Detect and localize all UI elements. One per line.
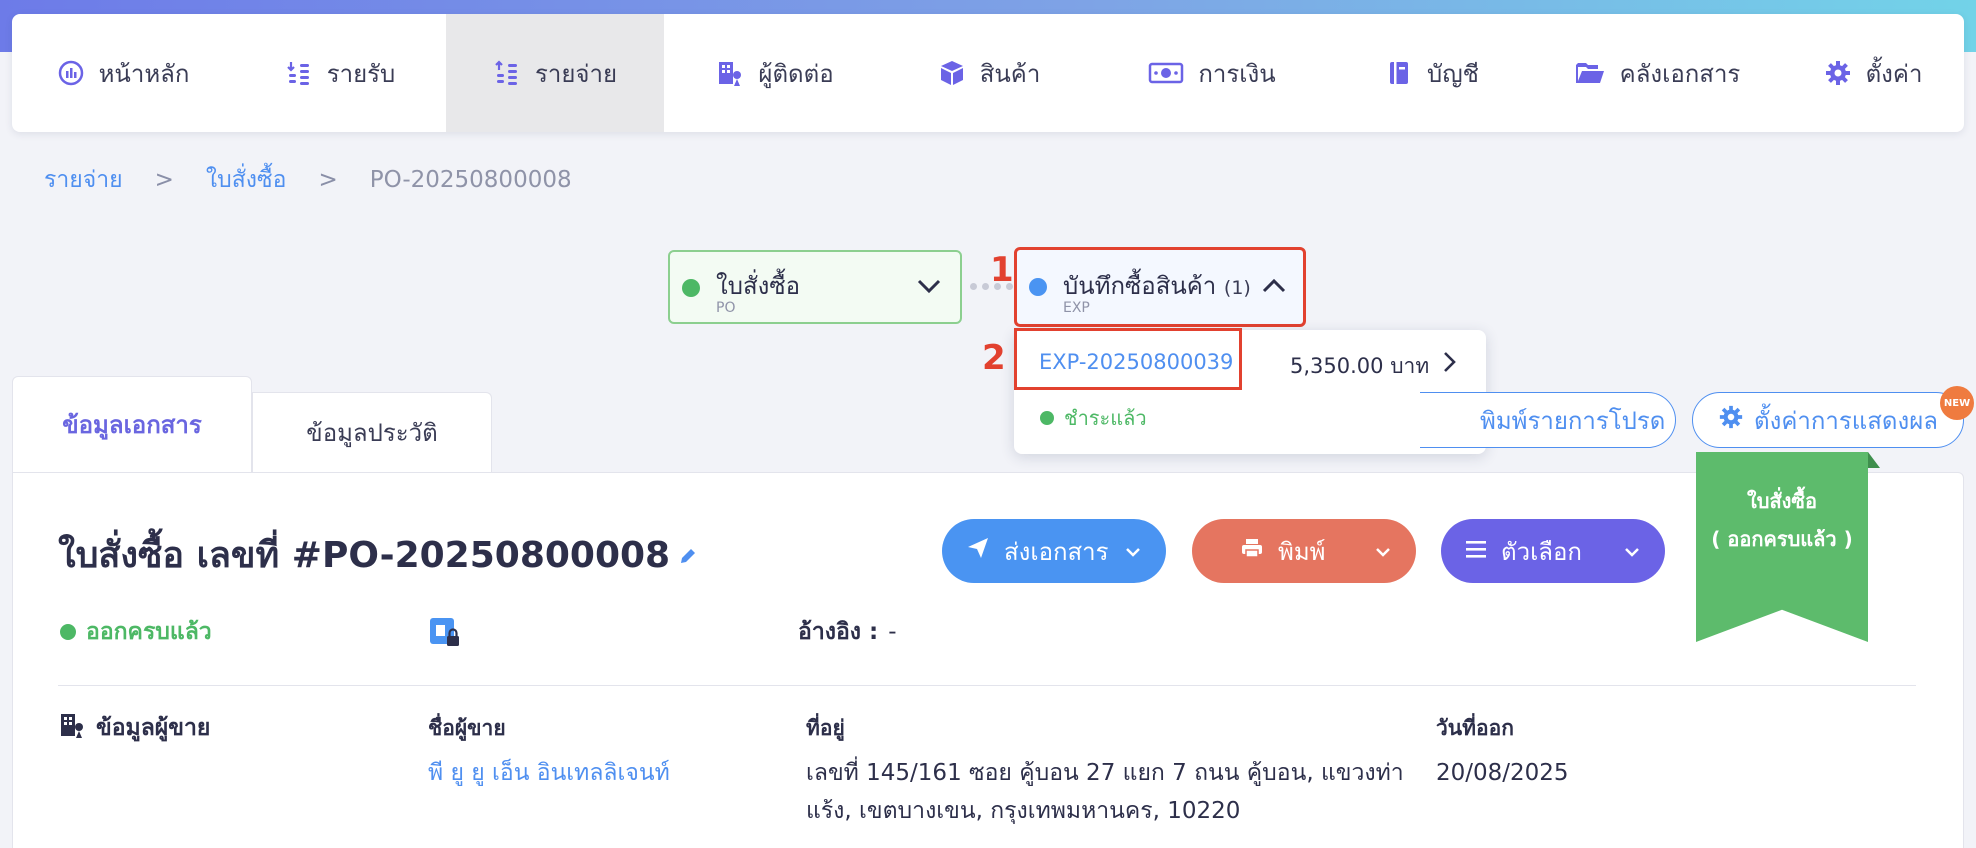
income-icon bbox=[285, 59, 313, 87]
dashboard-icon bbox=[57, 59, 85, 87]
chevron-down-icon bbox=[1124, 537, 1142, 565]
nav-item-products[interactable]: สินค้า bbox=[886, 14, 1092, 132]
vendor-name-link[interactable]: พี ยู ยู เอ็น อินเทลลิเจนท์ bbox=[428, 754, 670, 792]
linked-document-amount: 5,350.00 บาท bbox=[1290, 354, 1430, 378]
menu-icon bbox=[1465, 537, 1487, 565]
document-status-label: ออกครบแล้ว bbox=[86, 619, 212, 645]
nav-item-label: คลังเอกสาร bbox=[1619, 59, 1741, 88]
display-settings-label: ตั้งค่าการแสดงผล bbox=[1754, 406, 1938, 435]
nav-item-label: ผู้ติดต่อ bbox=[758, 59, 834, 88]
annotation-number-2: 2 bbox=[982, 338, 1006, 378]
nav-item-label: ตั้งค่า bbox=[1865, 59, 1923, 88]
print-button[interactable]: พิมพ์ bbox=[1192, 519, 1416, 583]
flow-po-dropdown[interactable]: ใบสั่งซื้อ PO bbox=[668, 250, 962, 324]
building-icon bbox=[58, 711, 86, 745]
document-status: ออกครบแล้ว bbox=[60, 614, 212, 650]
send-document-label: ส่งเอกสาร bbox=[1004, 537, 1109, 566]
issue-date-label: วันที่ออก bbox=[1436, 716, 1514, 740]
breadcrumb-current: PO-20250800008 bbox=[369, 167, 572, 193]
flow-exp-sub: EXP bbox=[1063, 300, 1090, 316]
vendor-section-title: ข้อมูลผู้ขาย bbox=[58, 710, 210, 746]
page-title-text: ใบสั่งซื้อ เลขที่ #PO-20250800008 bbox=[58, 535, 671, 576]
tab-document-info[interactable]: ข้อมูลเอกสาร bbox=[12, 376, 252, 472]
vendor-name-label: ชื่อผู้ขาย bbox=[428, 716, 506, 740]
print-label: พิมพ์ bbox=[1278, 537, 1326, 566]
nav-item-dashboard[interactable]: หน้าหลัก bbox=[12, 14, 234, 132]
ribbon-line-1: ใบสั่งซื้อ bbox=[1746, 489, 1818, 513]
nav-item-label: หน้าหลัก bbox=[98, 59, 190, 88]
box-icon bbox=[938, 59, 966, 87]
chevron-down-icon bbox=[1623, 537, 1641, 565]
breadcrumb: รายจ่าย > ใบสั่งซื้อ > PO-20250800008 bbox=[44, 162, 572, 198]
main-nav: หน้าหลัก รายรับ รายจ่าย ผู้ติดต่อ สินค้า… bbox=[12, 14, 1964, 132]
issue-date-value: 20/08/2025 bbox=[1436, 760, 1569, 786]
gear-icon bbox=[1824, 59, 1852, 87]
folder-icon bbox=[1574, 59, 1606, 87]
nav-item-settings[interactable]: ตั้งค่า bbox=[1782, 14, 1964, 132]
nav-item-label: การเงิน bbox=[1198, 59, 1276, 88]
chevron-down-icon bbox=[1374, 537, 1392, 565]
display-settings-button[interactable]: ตั้งค่าการแสดงผล bbox=[1692, 392, 1964, 448]
contacts-icon bbox=[716, 59, 744, 87]
nav-item-income[interactable]: รายรับ bbox=[234, 14, 446, 132]
annotation-number-1: 1 bbox=[990, 250, 1014, 290]
status-dot bbox=[682, 279, 700, 297]
section-divider bbox=[58, 685, 1916, 686]
locked-document-icon[interactable] bbox=[428, 616, 462, 654]
chevron-right-icon[interactable] bbox=[1440, 350, 1458, 378]
linked-document-link[interactable]: EXP-20250800039 bbox=[1039, 350, 1233, 374]
nav-item-finance[interactable]: การเงิน bbox=[1092, 14, 1332, 132]
breadcrumb-link-purchase-order[interactable]: ใบสั่งซื้อ bbox=[206, 162, 287, 198]
linked-document-status-label: ชำระแล้ว bbox=[1064, 406, 1147, 430]
printer-icon bbox=[1240, 536, 1264, 566]
nav-item-accounting[interactable]: บัญชี bbox=[1332, 14, 1532, 132]
page-title: ใบสั่งซื้อ เลขที่ #PO-20250800008 bbox=[58, 526, 698, 583]
chevron-down-icon bbox=[916, 276, 942, 300]
tab-history[interactable]: ข้อมูลประวัติ bbox=[252, 392, 492, 472]
reference-field: อ้างอิง : - bbox=[798, 614, 897, 650]
gear-icon bbox=[1718, 404, 1744, 436]
status-dot bbox=[1040, 411, 1054, 425]
reference-value: - bbox=[888, 619, 897, 645]
breadcrumb-link-expense[interactable]: รายจ่าย bbox=[44, 162, 123, 198]
nav-item-label: รายจ่าย bbox=[534, 59, 618, 88]
flow-exp-count: (1) bbox=[1223, 277, 1251, 299]
options-button[interactable]: ตัวเลือก bbox=[1441, 519, 1665, 583]
nav-item-documents[interactable]: คลังเอกสาร bbox=[1532, 14, 1782, 132]
breadcrumb-separator: > bbox=[154, 167, 174, 193]
nav-item-label: บัญชี bbox=[1427, 59, 1479, 88]
ribbon-fold bbox=[1868, 452, 1880, 468]
nav-item-label: สินค้า bbox=[979, 59, 1041, 88]
flow-exp-title: บันทึกซื้อสินค้า (1) bbox=[1063, 272, 1251, 300]
status-dot bbox=[60, 624, 76, 640]
flow-exp-dropdown[interactable]: บันทึกซื้อสินค้า (1) EXP bbox=[1014, 247, 1306, 327]
nav-item-label: รายรับ bbox=[326, 59, 396, 88]
breadcrumb-separator: > bbox=[318, 167, 338, 193]
address-value: เลขที่ 145/161 ซอย คู้บอน 27 แยก 7 ถนน ค… bbox=[806, 760, 1404, 824]
money-icon bbox=[1148, 59, 1184, 87]
vendor-section-label: ข้อมูลผู้ขาย bbox=[96, 715, 211, 741]
chevron-up-icon bbox=[1261, 276, 1287, 300]
edit-pencil-icon[interactable] bbox=[678, 534, 698, 575]
new-badge: NEW bbox=[1940, 386, 1974, 420]
options-label: ตัวเลือก bbox=[1501, 537, 1582, 566]
flow-po-sub: PO bbox=[716, 300, 736, 316]
reference-label: อ้างอิง : bbox=[798, 619, 879, 645]
ledger-icon bbox=[1385, 59, 1413, 87]
linked-document-status: ชำระแล้ว bbox=[1040, 402, 1147, 434]
expense-icon bbox=[493, 59, 521, 87]
send-document-button[interactable]: ส่งเอกสาร bbox=[942, 519, 1166, 583]
ribbon-line-2: ( ออกครบแล้ว ) bbox=[1711, 527, 1853, 551]
status-dot bbox=[1029, 278, 1047, 296]
address-label: ที่อยู่ bbox=[806, 716, 845, 740]
paper-plane-icon bbox=[966, 536, 990, 566]
nav-item-contacts[interactable]: ผู้ติดต่อ bbox=[664, 14, 886, 132]
nav-item-expense[interactable]: รายจ่าย bbox=[446, 14, 664, 132]
print-favorites-button[interactable]: พิมพ์รายการโปรด bbox=[1420, 392, 1676, 448]
print-favorites-label: พิมพ์รายการโปรด bbox=[1480, 406, 1666, 435]
